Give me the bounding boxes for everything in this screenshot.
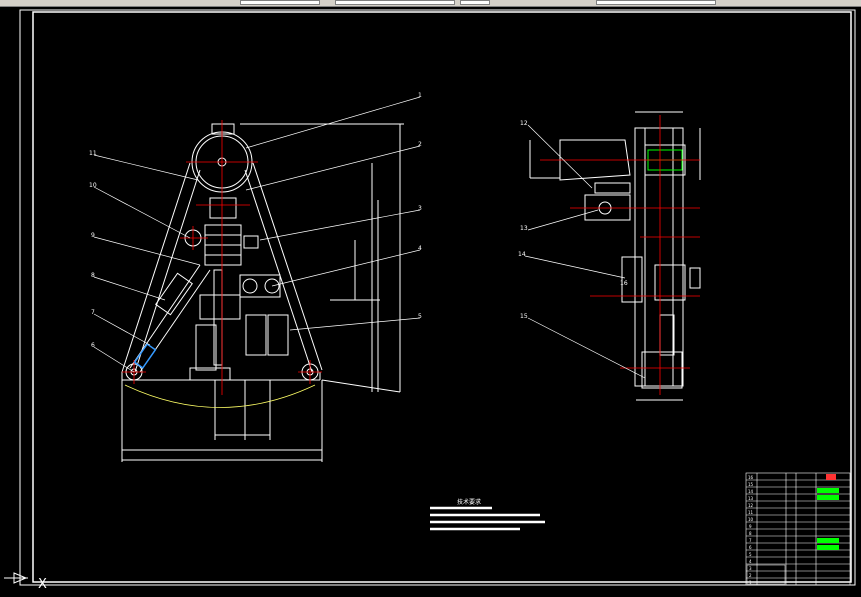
technical-notes xyxy=(430,506,545,531)
center-lines-right xyxy=(540,115,700,395)
svg-text:14: 14 xyxy=(748,489,754,494)
svg-text:9: 9 xyxy=(749,524,752,529)
frame-left-edge xyxy=(121,162,191,373)
svg-text:10: 10 xyxy=(748,517,754,522)
toolbar-field[interactable] xyxy=(460,0,490,5)
outer-frame xyxy=(19,9,856,586)
leader-lines-right xyxy=(524,124,646,379)
balloon-label: 3 xyxy=(418,205,422,212)
top-toolbar-strip xyxy=(0,0,861,7)
svg-text:7: 7 xyxy=(749,538,752,543)
balloon-label: 9 xyxy=(91,232,95,239)
front-view xyxy=(121,123,404,462)
svg-text:12: 12 xyxy=(748,503,754,508)
balloon-label: 16 xyxy=(620,280,628,287)
toolbar-field[interactable] xyxy=(335,0,455,5)
svg-text:3: 3 xyxy=(749,566,752,571)
title-block-green-cells xyxy=(817,488,839,550)
balloon-label: 14 xyxy=(518,251,526,258)
svg-text:16: 16 xyxy=(748,475,754,480)
svg-text:2: 2 xyxy=(749,573,752,578)
technical-notes-title: 技术要求 xyxy=(457,499,482,506)
svg-text:6: 6 xyxy=(749,545,752,550)
balloon-label: 10 xyxy=(89,182,97,189)
balloon-label: 8 xyxy=(91,272,95,279)
side-view xyxy=(529,111,701,401)
svg-text:11: 11 xyxy=(748,510,754,515)
balloon-label: 1 xyxy=(418,92,422,99)
balloon-label: 5 xyxy=(418,313,422,320)
ucs-icon xyxy=(4,572,28,584)
balloon-label: 15 xyxy=(520,313,528,320)
balloon-label: 7 xyxy=(91,309,95,316)
balloon-label: 2 xyxy=(418,141,422,148)
svg-text:8: 8 xyxy=(749,531,752,536)
svg-text:4: 4 xyxy=(749,559,752,564)
balloon-label: 12 xyxy=(520,120,528,127)
toolbar-field[interactable] xyxy=(596,0,716,5)
svg-text:5: 5 xyxy=(749,552,752,557)
leader-lines-left xyxy=(93,96,421,373)
svg-text:15: 15 xyxy=(748,482,754,487)
title-block-red-cell xyxy=(826,474,836,480)
title-block-row-numbers: 16 15 14 13 12 11 10 9 8 7 6 5 4 3 2 1 xyxy=(748,475,754,585)
svg-text:13: 13 xyxy=(748,496,754,501)
cad-drawing: 1 2 3 4 5 6 7 8 9 10 11 12 13 14 15 16 1… xyxy=(4,9,856,586)
toolbar-field[interactable] xyxy=(240,0,320,5)
drawing-canvas[interactable]: 1 2 3 4 5 6 7 8 9 10 11 12 13 14 15 16 1… xyxy=(0,7,861,597)
coordinate-axis-label: X xyxy=(38,577,47,592)
balloon-label: 11 xyxy=(89,150,97,157)
balloon-label: 6 xyxy=(91,342,95,349)
balloon-label: 4 xyxy=(418,245,422,252)
balloon-label: 13 xyxy=(520,225,528,232)
